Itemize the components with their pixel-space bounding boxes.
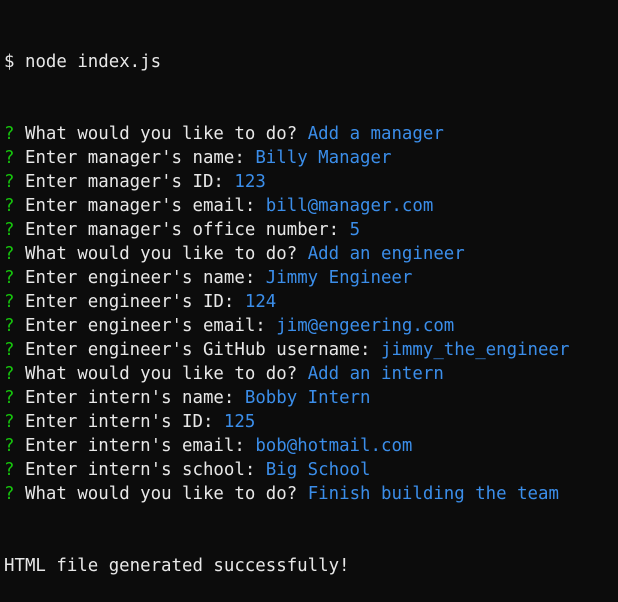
final-output-text: HTML file generated successfully! [4, 556, 350, 576]
qa-line: ? Enter intern's name: Bobby Intern [4, 386, 618, 410]
answer-text: 124 [244, 292, 277, 312]
question-marker: ? [4, 220, 15, 240]
terminal-window[interactable]: $ node index.js ? What would you like to… [0, 0, 618, 576]
qa-line: ? What would you like to do? Finish buil… [4, 482, 618, 506]
question-marker: ? [4, 316, 15, 336]
question-text: Enter manager's email: [24, 196, 256, 216]
question-text: What would you like to do? [24, 244, 298, 264]
question-marker: ? [4, 364, 15, 384]
question-text: Enter intern's email: [24, 436, 245, 456]
final-output-line: HTML file generated successfully! [4, 554, 618, 578]
answer-text: Add an intern [307, 364, 444, 384]
qa-line: ? Enter engineer's email: jim@engeering.… [4, 314, 618, 338]
question-marker: ? [4, 124, 15, 144]
question-text: What would you like to do? [24, 364, 298, 384]
question-text: Enter engineer's name: [24, 268, 256, 288]
qa-line: ? Enter engineer's name: Jimmy Engineer [4, 266, 618, 290]
answer-text: 5 [349, 220, 361, 240]
question-marker: ? [4, 388, 15, 408]
qa-line: ? What would you like to do? Add an inte… [4, 362, 618, 386]
qa-line: ? Enter engineer's ID: 124 [4, 290, 618, 314]
question-text: Enter intern's ID: [24, 412, 214, 432]
question-text: Enter manager's office number: [24, 220, 340, 240]
question-text: What would you like to do? [24, 124, 298, 144]
question-marker: ? [4, 268, 15, 288]
question-marker: ? [4, 484, 15, 504]
question-text: Enter intern's name: [24, 388, 235, 408]
answer-text: 125 [223, 412, 256, 432]
answer-text: Jimmy Engineer [265, 268, 413, 288]
command-text: node index.js [24, 52, 162, 72]
qa-line: ? Enter engineer's GitHub username: jimm… [4, 338, 618, 362]
qa-line: ? Enter manager's name: Billy Manager [4, 146, 618, 170]
answer-text: bob@hotmail.com [255, 436, 413, 456]
answer-text: jimmy_the_engineer [380, 340, 570, 360]
question-text: Enter manager's name: [24, 148, 245, 168]
answer-text: bill@manager.com [265, 196, 434, 216]
answer-text: Bobby Intern [244, 388, 371, 408]
answer-text: Billy Manager [255, 148, 392, 168]
shell-prompt: $ [4, 52, 15, 72]
question-marker: ? [4, 436, 15, 456]
question-marker: ? [4, 148, 15, 168]
qa-line: ? Enter intern's email: bob@hotmail.com [4, 434, 618, 458]
qa-line: ? Enter intern's ID: 125 [4, 410, 618, 434]
qa-log: ? What would you like to do? Add a manag… [4, 122, 618, 506]
qa-line: ? What would you like to do? Add a manag… [4, 122, 618, 146]
question-marker: ? [4, 460, 15, 480]
qa-line: ? Enter intern's school: Big School [4, 458, 618, 482]
question-text: Enter intern's school: [24, 460, 256, 480]
question-marker: ? [4, 412, 15, 432]
qa-line: ? What would you like to do? Add an engi… [4, 242, 618, 266]
qa-line: ? Enter manager's ID: 123 [4, 170, 618, 194]
answer-text: Add a manager [307, 124, 444, 144]
qa-line: ? Enter manager's email: bill@manager.co… [4, 194, 618, 218]
answer-text: 123 [234, 172, 266, 192]
answer-text: Big School [265, 460, 371, 480]
question-text: Enter engineer's email: [24, 316, 266, 336]
question-marker: ? [4, 172, 15, 192]
question-marker: ? [4, 340, 15, 360]
answer-text: Finish building the team [307, 484, 559, 504]
question-text: Enter engineer's GitHub username: [24, 340, 371, 360]
question-marker: ? [4, 196, 15, 216]
qa-line: ? Enter manager's office number: 5 [4, 218, 618, 242]
question-marker: ? [4, 244, 15, 264]
question-text: Enter manager's ID: [24, 172, 224, 192]
question-text: Enter engineer's ID: [24, 292, 235, 312]
answer-text: Add an engineer [307, 244, 465, 264]
answer-text: jim@engeering.com [276, 316, 455, 336]
question-marker: ? [4, 292, 15, 312]
question-text: What would you like to do? [24, 484, 298, 504]
command-line: $ node index.js [4, 50, 618, 74]
